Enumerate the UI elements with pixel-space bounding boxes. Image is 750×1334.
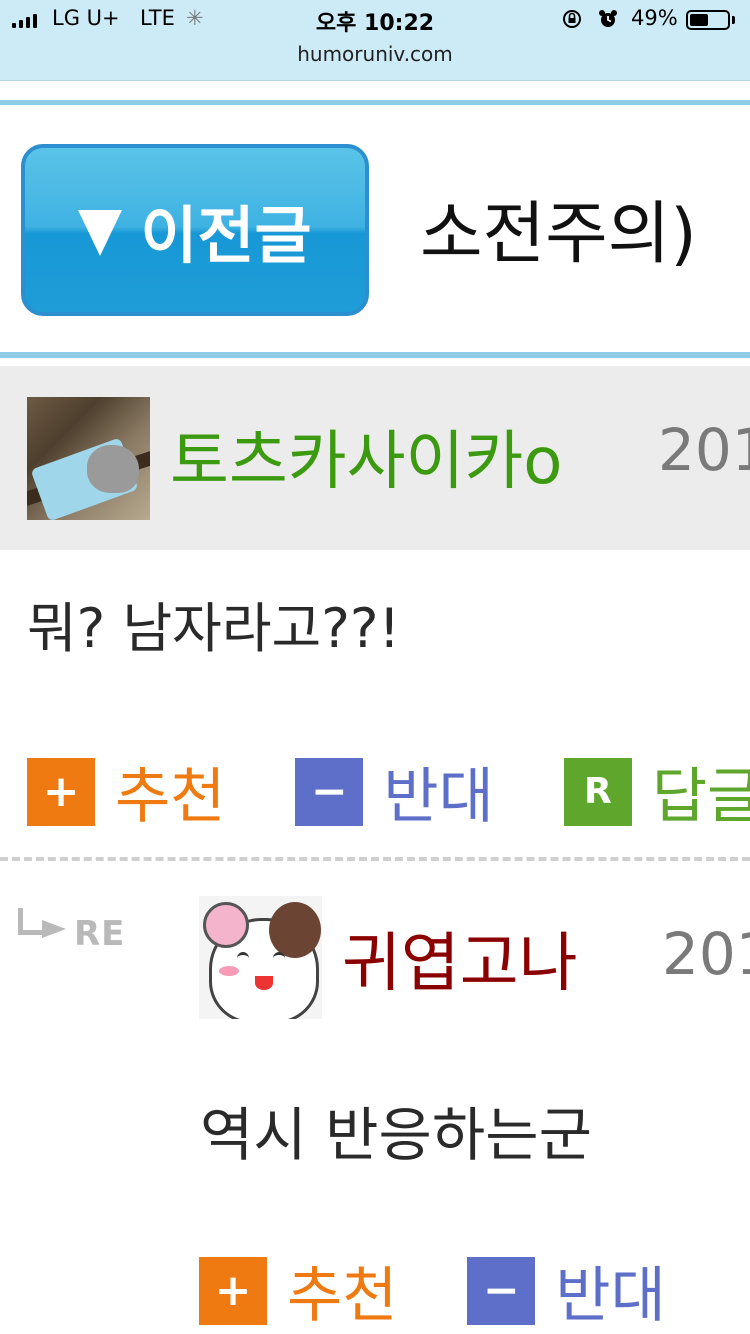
reply-button[interactable]: R 답글 bbox=[563, 748, 750, 835]
post-date: 201 bbox=[662, 920, 750, 988]
battery-cap bbox=[732, 16, 735, 24]
minus-icon: − bbox=[467, 1256, 536, 1325]
top-divider bbox=[0, 100, 750, 105]
alarm-icon bbox=[599, 10, 617, 27]
battery-level-fill bbox=[690, 14, 708, 26]
plus-icon: + bbox=[199, 1256, 267, 1325]
section-divider bbox=[0, 352, 750, 358]
reply-label: 답글 bbox=[651, 762, 750, 832]
status-bar: LG U+ LTE ✳ 오후 10:22 humoruniv.com 49% bbox=[0, 0, 750, 81]
rotation-lock-icon bbox=[563, 10, 581, 28]
recommend-button[interactable]: + 추천 bbox=[199, 1247, 397, 1334]
reply-marker-text: RE bbox=[74, 914, 126, 954]
author-name[interactable]: 토츠카사이카o bbox=[170, 410, 562, 502]
post-date: 201 bbox=[658, 416, 750, 484]
url-address[interactable]: humoruniv.com bbox=[0, 42, 750, 66]
comment-text: 뭐? 남자라고??! bbox=[27, 597, 401, 660]
comment-actions: + 추천 − 반대 bbox=[199, 1247, 736, 1334]
plus-icon: + bbox=[27, 757, 95, 826]
reply-marker: RE bbox=[12, 906, 142, 966]
dashed-divider bbox=[0, 857, 750, 861]
battery-percent: 49% bbox=[631, 6, 678, 30]
oppose-button[interactable]: − 반대 bbox=[295, 748, 494, 835]
recommend-label: 추천 bbox=[115, 762, 226, 832]
minus-icon: − bbox=[295, 757, 364, 826]
prev-post-label: 이전글 bbox=[140, 199, 312, 272]
triangle-down-icon bbox=[78, 210, 123, 256]
oppose-label: 반대 bbox=[383, 762, 494, 832]
reply-arrow-icon bbox=[18, 908, 45, 935]
oppose-button[interactable]: − 반대 bbox=[467, 1247, 666, 1334]
comment-actions: + 추천 − 반대 R 답글 bbox=[27, 748, 750, 835]
prev-post-title[interactable]: 소전주의) bbox=[420, 178, 750, 277]
oppose-label: 반대 bbox=[555, 1261, 666, 1331]
author-name[interactable]: 귀엽고나 bbox=[342, 912, 578, 1004]
comment-header: 토츠카사이카o 201 bbox=[0, 366, 750, 550]
recommend-button[interactable]: + 추천 bbox=[27, 748, 225, 835]
battery-icon bbox=[686, 10, 730, 30]
prev-post-button[interactable]: 이전글 bbox=[21, 144, 369, 316]
recommend-label: 추천 bbox=[287, 1261, 398, 1331]
comment-text: 역시 반응하는군 bbox=[200, 1101, 592, 1169]
avatar[interactable] bbox=[199, 896, 322, 1019]
avatar[interactable] bbox=[27, 397, 150, 520]
reply-icon: R bbox=[563, 757, 632, 826]
